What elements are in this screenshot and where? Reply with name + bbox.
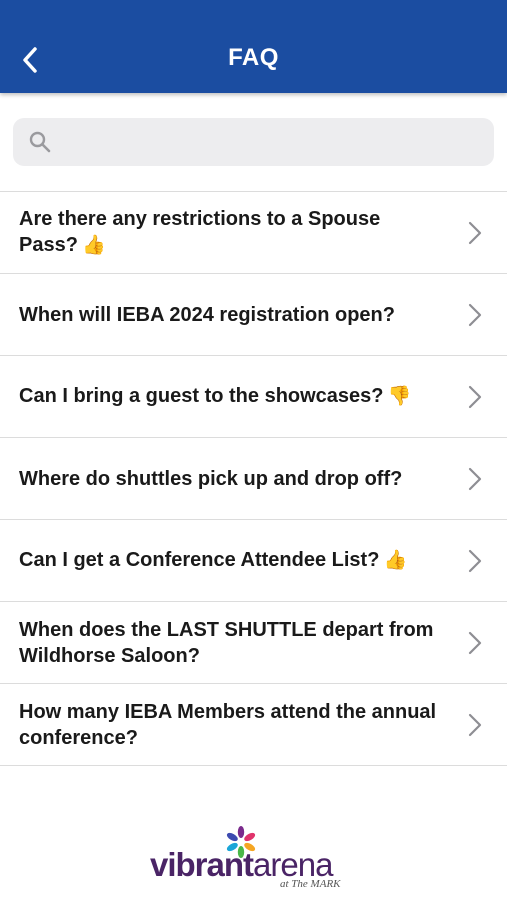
search-bar[interactable] bbox=[13, 118, 494, 166]
thumbs-up-icon: 👍 bbox=[81, 235, 106, 256]
faq-item-last-shuttle[interactable]: When does the LAST SHUTTLE depart from W… bbox=[0, 602, 507, 684]
faq-item-attendee-list[interactable]: Can I get a Conference Attendee List? 👍 bbox=[0, 520, 507, 602]
chevron-right-icon bbox=[468, 303, 482, 326]
logo-word-vibrant: vibrant bbox=[150, 846, 254, 883]
faq-question: When does the LAST SHUTTLE depart from W… bbox=[19, 618, 434, 667]
search-input[interactable] bbox=[52, 121, 494, 163]
faq-question: Can I bring a guest to the showcases? 👎 bbox=[19, 383, 439, 410]
status-bar: ··· ··· ··· · bbox=[20, 0, 75, 6]
faq-question: Are there any restrictions to a Spouse P… bbox=[19, 206, 439, 259]
faq-question: Can I get a Conference Attendee List? 👍 bbox=[19, 547, 439, 574]
faq-item-guest[interactable]: Can I bring a guest to the showcases? 👎 bbox=[0, 356, 507, 438]
faq-item-registration[interactable]: When will IEBA 2024 registration open? bbox=[0, 274, 507, 356]
faq-screen: ··· ··· ··· · FAQ Are there any restrict… bbox=[0, 0, 507, 900]
faq-item-spouse-pass[interactable]: Are there any restrictions to a Spouse P… bbox=[0, 192, 507, 274]
app-header: ··· ··· ··· · FAQ bbox=[0, 0, 507, 93]
chevron-right-icon bbox=[468, 631, 482, 654]
logo-tagline: at The MARK bbox=[280, 878, 341, 890]
chevron-right-icon bbox=[468, 221, 482, 244]
faq-list: Are there any restrictions to a Spouse P… bbox=[0, 191, 507, 766]
search-icon bbox=[28, 130, 52, 154]
thumbs-up-icon: 👍 bbox=[383, 550, 408, 571]
chevron-right-icon bbox=[468, 549, 482, 572]
chevron-right-icon bbox=[468, 385, 482, 408]
page-title: FAQ bbox=[228, 44, 279, 71]
chevron-right-icon bbox=[468, 467, 482, 490]
faq-item-members[interactable]: How many IEBA Members attend the annual … bbox=[0, 684, 507, 766]
thumbs-down-icon: 👎 bbox=[387, 386, 412, 407]
faq-question: How many IEBA Members attend the annual … bbox=[19, 700, 437, 749]
sponsor-logo: vibrantarena at The MARK bbox=[150, 826, 360, 896]
faq-question: Where do shuttles pick up and drop off? bbox=[19, 467, 403, 490]
faq-item-shuttles[interactable]: Where do shuttles pick up and drop off? bbox=[0, 438, 507, 520]
chevron-right-icon bbox=[468, 713, 482, 736]
faq-question: When will IEBA 2024 registration open? bbox=[19, 303, 395, 326]
